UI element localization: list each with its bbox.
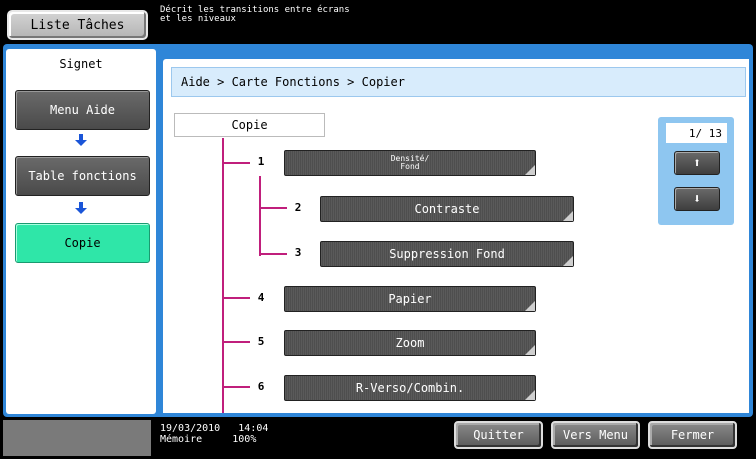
bookmark-title: Signet <box>59 57 103 71</box>
breadcrumb: Aide > Carte Fonctions > Copier <box>171 67 746 97</box>
function-number: 3 <box>294 246 302 259</box>
tree-connector <box>259 253 287 255</box>
tree-connector <box>222 386 250 388</box>
arrow-up-icon: ⬆ <box>693 155 701 171</box>
nav-copy-button[interactable]: Copie <box>15 223 150 263</box>
close-button[interactable]: Fermer <box>648 421 737 449</box>
time: 14:04 <box>238 423 269 434</box>
tree-branch-line <box>259 176 261 256</box>
quit-button[interactable]: Quitter <box>454 421 543 449</box>
page-counter: 1/ 13 <box>666 123 727 143</box>
to-menu-button[interactable]: Vers Menu <box>551 421 640 449</box>
function-number: 5 <box>257 335 265 348</box>
tree-connector <box>222 297 250 299</box>
function-zoom-button[interactable]: Zoom <box>284 330 536 356</box>
status-left-block <box>3 420 151 456</box>
function-duplex-combine-button[interactable]: R-Verso/Combin. <box>284 375 536 401</box>
scroll-up-button[interactable]: ⬆ <box>674 151 720 175</box>
description-line-2: et les niveaux <box>160 14 236 24</box>
tree-trunk-line <box>222 138 224 413</box>
function-background-removal-button[interactable]: Suppression Fond <box>320 241 574 267</box>
tree-connector <box>222 162 250 164</box>
screen-description: Décrit les transitions entre écrans et l… <box>160 6 480 24</box>
function-number: 4 <box>257 291 265 304</box>
pager: 1/ 13 ⬆ ⬇ <box>658 117 734 225</box>
function-number: 1 <box>257 155 265 168</box>
bookmark-panel: Signet Menu Aide Table fonctions Copie <box>6 49 156 414</box>
status-bar: 19/03/2010 14:04 Mémoire 100% Quitter Ve… <box>0 417 756 459</box>
function-contrast-button[interactable]: Contraste <box>320 196 574 222</box>
nav-help-menu-button[interactable]: Menu Aide <box>15 90 150 130</box>
function-map-panel: Aide > Carte Fonctions > Copier Copie 1 … <box>163 59 749 413</box>
memory-label: Mémoire <box>160 434 203 445</box>
function-paper-button[interactable]: Papier <box>284 286 536 312</box>
tree-connector <box>259 207 287 209</box>
scroll-down-button[interactable]: ⬇ <box>674 187 720 211</box>
function-density-background-button[interactable]: Densité/ Fond <box>284 150 536 176</box>
tree-root-copy: Copie <box>174 113 325 137</box>
task-list-button[interactable]: Liste Tâches <box>7 10 148 40</box>
function-label-line-2: Fond <box>400 162 420 171</box>
tree-connector <box>222 341 250 343</box>
memory-value: 100% <box>232 434 257 445</box>
date-time-memory: 19/03/2010 14:04 Mémoire 100% <box>160 423 268 445</box>
nav-function-table-button[interactable]: Table fonctions <box>15 156 150 196</box>
top-bar: Liste Tâches Décrit les transitions entr… <box>0 0 756 44</box>
function-number: 6 <box>257 380 265 393</box>
arrow-down-icon: ⬇ <box>693 191 701 207</box>
date: 19/03/2010 <box>160 423 221 434</box>
function-number: 2 <box>294 201 302 214</box>
